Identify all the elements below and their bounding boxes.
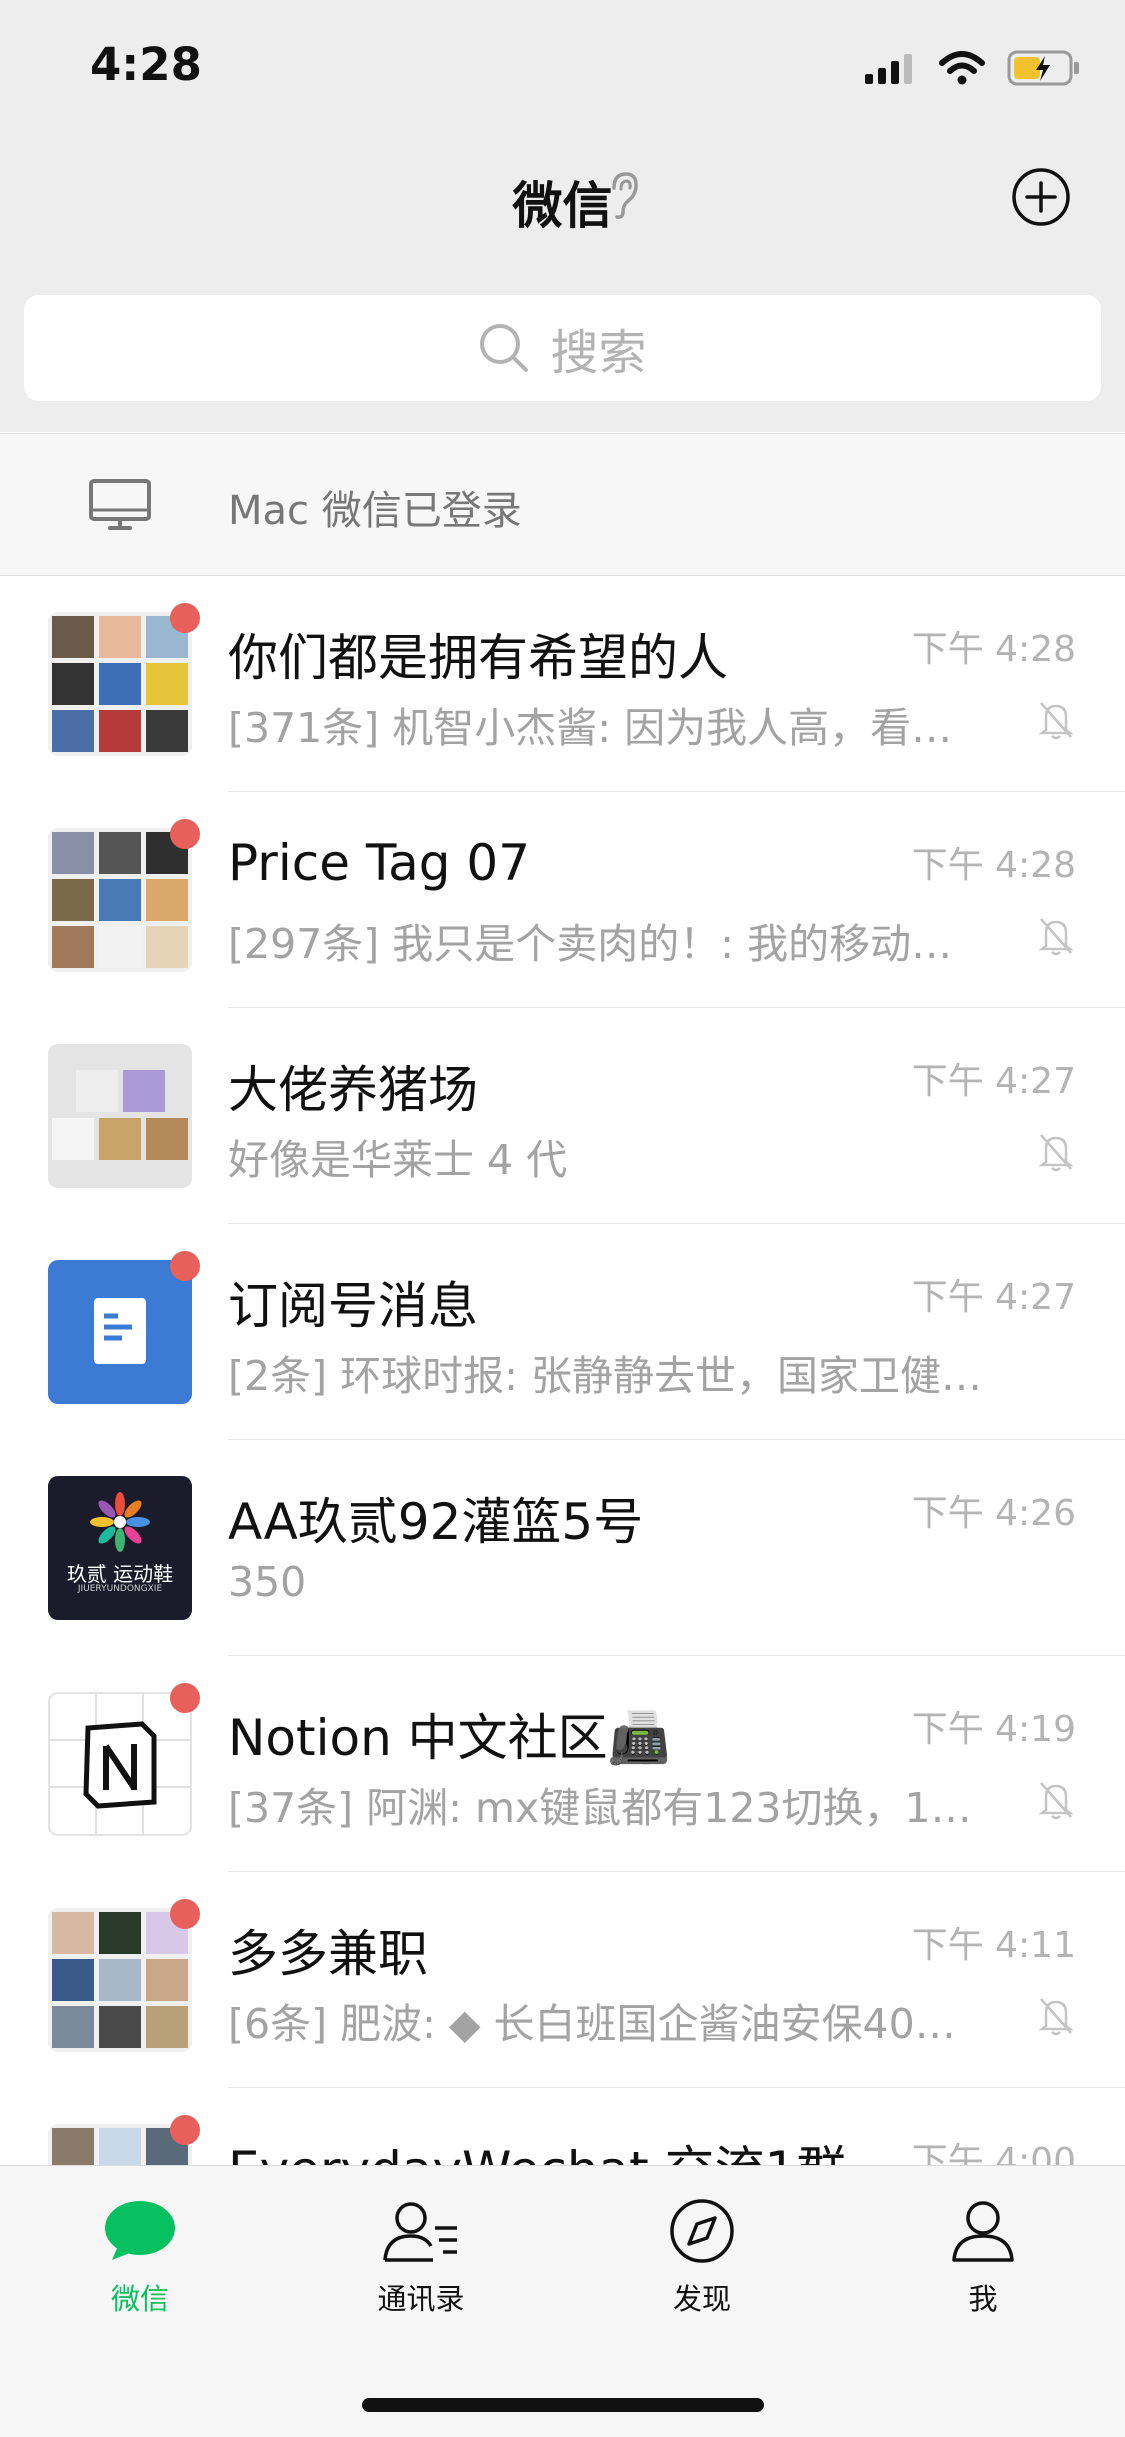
- page-title: 微信: [512, 177, 613, 235]
- mute-bell-icon: [1038, 918, 1074, 956]
- subscription-avatar: [48, 1260, 192, 1404]
- ear-icon: [612, 172, 638, 219]
- chat-preview: 好像是华莱士 4 代: [228, 1136, 568, 1184]
- contact-avatar: 玖贰 运动鞋 JIUERYUNDONGXIE: [48, 1476, 192, 1620]
- chat-row[interactable]: Price Tag 07 下午 4:28 [297条] 我只是个卖肉的！: 我的…: [0, 792, 1125, 1008]
- chat-preview: [6条] 肥波: ◆ 长白班国企酱油安保40…: [228, 2000, 956, 2048]
- desktop-icon: [89, 479, 151, 530]
- person-icon: [952, 2201, 1014, 2262]
- chat-time: 下午 4:28: [911, 629, 1076, 670]
- shoe-avatar-text: 玖贰 运动鞋: [66, 1562, 174, 1586]
- chat-time: 下午 4:27: [911, 1277, 1076, 1318]
- battery-icon: [1007, 50, 1079, 86]
- status-bar-icons: [865, 48, 1081, 88]
- unread-dot: [170, 2115, 200, 2145]
- chat-time: 下午 4:11: [911, 1925, 1076, 1966]
- chat-name: Price Tag 07: [228, 834, 531, 892]
- notion-logo-icon: [50, 1694, 190, 1834]
- top-header: 4:28 微信 搜索: [0, 0, 1125, 432]
- chat-list: 你们都是拥有希望的人 下午 4:28 [371条] 机智小杰酱: 因为我人高，看…: [0, 576, 1125, 2304]
- compass-icon: [670, 2199, 734, 2263]
- group-avatar: [48, 828, 192, 972]
- unread-dot: [170, 603, 200, 633]
- tab-contacts[interactable]: 通讯录: [331, 2198, 511, 2318]
- chat-time: 下午 4:28: [911, 845, 1076, 886]
- mute-bell-icon: [1038, 1782, 1074, 1820]
- chat-preview: [2条] 环球时报: 张静静去世，国家卫健委…: [228, 1352, 1008, 1400]
- chat-name: 订阅号消息: [228, 1277, 478, 1335]
- tab-discover[interactable]: 发现: [612, 2198, 792, 2318]
- tab-label: 我: [968, 2282, 998, 2316]
- chat-row[interactable]: Notion 中文社区📠 下午 4:19 [37条] 阿渊: mx键鼠都有123…: [0, 1656, 1125, 1872]
- chat-preview: 350: [228, 1558, 307, 1606]
- status-time: 4:28: [90, 38, 202, 91]
- chat-bubble-icon: [105, 2201, 175, 2260]
- unread-dot: [170, 1899, 200, 1929]
- chat-row[interactable]: 大佬养猪场 下午 4:27 好像是华莱士 4 代: [0, 1008, 1125, 1224]
- chat-name: 多多兼职: [228, 1925, 428, 1983]
- mute-bell-icon: [1038, 702, 1074, 740]
- add-button[interactable]: [1010, 166, 1072, 228]
- group-avatar: [48, 1908, 192, 2052]
- tab-label: 微信: [110, 2282, 169, 2316]
- tab-bar: 微信 通讯录 发现 我: [0, 2165, 1125, 2437]
- chat-name: Notion 中文社区📠: [228, 1709, 670, 1767]
- mute-bell-icon: [1038, 1998, 1074, 2036]
- unread-dot: [170, 1683, 200, 1713]
- chat-preview: [297条] 我只是个卖肉的！: 我的移动…: [228, 920, 953, 968]
- tab-me[interactable]: 我: [893, 2198, 1073, 2318]
- chat-preview: [37条] 阿渊: mx键鼠都有123切换，1…: [228, 1784, 972, 1832]
- chat-row[interactable]: 订阅号消息 下午 4:27 [2条] 环球时报: 张静静去世，国家卫健委…: [0, 1224, 1125, 1440]
- group-avatar: [48, 1044, 192, 1188]
- search-bar[interactable]: 搜索: [24, 295, 1101, 401]
- signal-icon: [865, 54, 912, 84]
- group-avatar: [48, 1692, 192, 1836]
- contacts-icon: [383, 2202, 457, 2262]
- document-icon: [94, 1298, 146, 1364]
- tab-label: 发现: [672, 2282, 731, 2316]
- chat-name: AA玖贰92灌篮5号: [228, 1493, 644, 1551]
- group-avatar: [48, 612, 192, 756]
- unread-dot: [170, 819, 200, 849]
- chat-row[interactable]: 多多兼职 下午 4:11 [6条] 肥波: ◆ 长白班国企酱油安保40…: [0, 1872, 1125, 2088]
- shoe-avatar-subtext: JIUERYUNDONGXIE: [77, 1584, 163, 1594]
- chat-time: 下午 4:26: [911, 1493, 1076, 1534]
- chat-time: 下午 4:27: [911, 1061, 1076, 1102]
- chat-time: 下午 4:19: [911, 1709, 1076, 1750]
- chat-row[interactable]: 玖贰 运动鞋 JIUERYUNDONGXIE AA玖贰92灌篮5号 下午 4:2…: [0, 1440, 1125, 1656]
- home-indicator[interactable]: [362, 2398, 764, 2412]
- chat-name: 你们都是拥有希望的人: [228, 629, 728, 687]
- search-icon: [480, 324, 529, 372]
- chat-row[interactable]: 你们都是拥有希望的人 下午 4:28 [371条] 机智小杰酱: 因为我人高，看…: [0, 576, 1125, 792]
- mac-login-banner[interactable]: Mac 微信已登录: [0, 433, 1125, 576]
- wifi-icon: [939, 51, 985, 85]
- chat-preview: [371条] 机智小杰酱: 因为我人高，看…: [228, 704, 953, 752]
- tab-label: 通讯录: [377, 2282, 465, 2316]
- mute-bell-icon: [1038, 1134, 1074, 1172]
- mac-login-text: Mac 微信已登录: [228, 488, 522, 534]
- tab-chats[interactable]: 微信: [50, 2198, 230, 2318]
- chat-name: 大佬养猪场: [228, 1061, 478, 1119]
- unread-dot: [170, 1251, 200, 1281]
- search-placeholder: 搜索: [550, 325, 647, 381]
